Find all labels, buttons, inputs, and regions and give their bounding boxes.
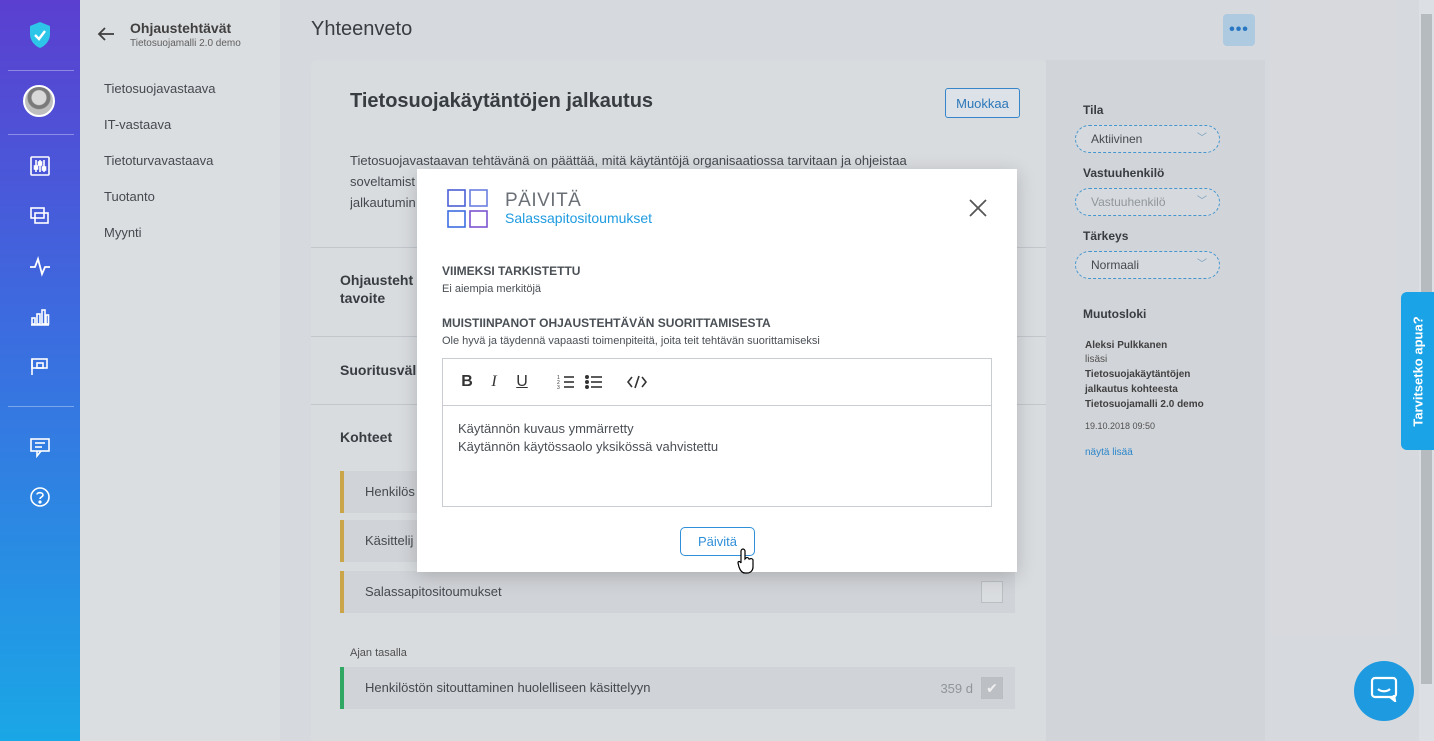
editor-line: Käytännön käytössaolo yksikössä vahviste…: [458, 439, 719, 454]
last-checked-value: Ei aiempia merkitöjä: [442, 283, 542, 295]
close-icon[interactable]: [967, 197, 989, 219]
notes-hint: Ole hyvä ja täydennä vapaasti toimenpite…: [442, 335, 820, 347]
avatar[interactable]: [23, 85, 55, 117]
activity-icon[interactable]: [24, 250, 56, 282]
bullet-list-icon[interactable]: [583, 371, 605, 393]
bold-icon[interactable]: B: [456, 371, 478, 393]
modal-subtitle: Salassapitositoumukset: [505, 210, 653, 226]
last-checked-heading: VIIMEKSI TARKISTETTU: [442, 264, 581, 278]
notes-heading: MUISTIINPANOT OHJAUSTEHTÄVÄN SUORITTAMIS…: [442, 316, 771, 330]
sliders-icon[interactable]: [24, 150, 56, 182]
grid-logo-icon: [447, 189, 489, 234]
ordered-list-icon[interactable]: 123: [555, 371, 577, 393]
svg-text:3: 3: [557, 385, 560, 390]
chat-launcher-button[interactable]: [1354, 661, 1414, 721]
update-modal: PÄIVITÄ Salassapitositoumukset VIIMEKSI …: [417, 169, 1017, 572]
editor-content[interactable]: Käytännön kuvaus ymmärretty Käytännön kä…: [458, 420, 718, 456]
editor-line: Käytännön kuvaus ymmärretty: [458, 421, 634, 436]
underline-icon[interactable]: U: [511, 371, 533, 393]
stack-icon[interactable]: [24, 200, 56, 232]
hand-pointer-icon: [737, 548, 755, 579]
flag-icon[interactable]: [24, 350, 56, 382]
editor-toolbar: B I U 123: [443, 359, 991, 406]
italic-icon[interactable]: I: [483, 371, 505, 393]
rail-divider: [8, 70, 74, 71]
rail-divider: [8, 134, 74, 135]
help-icon[interactable]: [24, 481, 56, 513]
modal-title: PÄIVITÄ: [505, 190, 582, 211]
help-tab-label: Tarvitsetko apua?: [1410, 315, 1426, 427]
code-icon[interactable]: [626, 371, 648, 393]
help-tab[interactable]: Tarvitsetko apua?: [1401, 292, 1434, 450]
chat-icon[interactable]: [24, 431, 56, 463]
shield-logo-icon[interactable]: [24, 19, 56, 51]
rail-divider: [8, 406, 74, 407]
chat-bubble-icon: [1370, 676, 1398, 707]
app-rail: [0, 0, 80, 741]
notes-editor[interactable]: B I U 123 Käytännön kuvaus ymmärretty Kä…: [442, 358, 992, 507]
bar-chart-icon[interactable]: [24, 300, 56, 332]
